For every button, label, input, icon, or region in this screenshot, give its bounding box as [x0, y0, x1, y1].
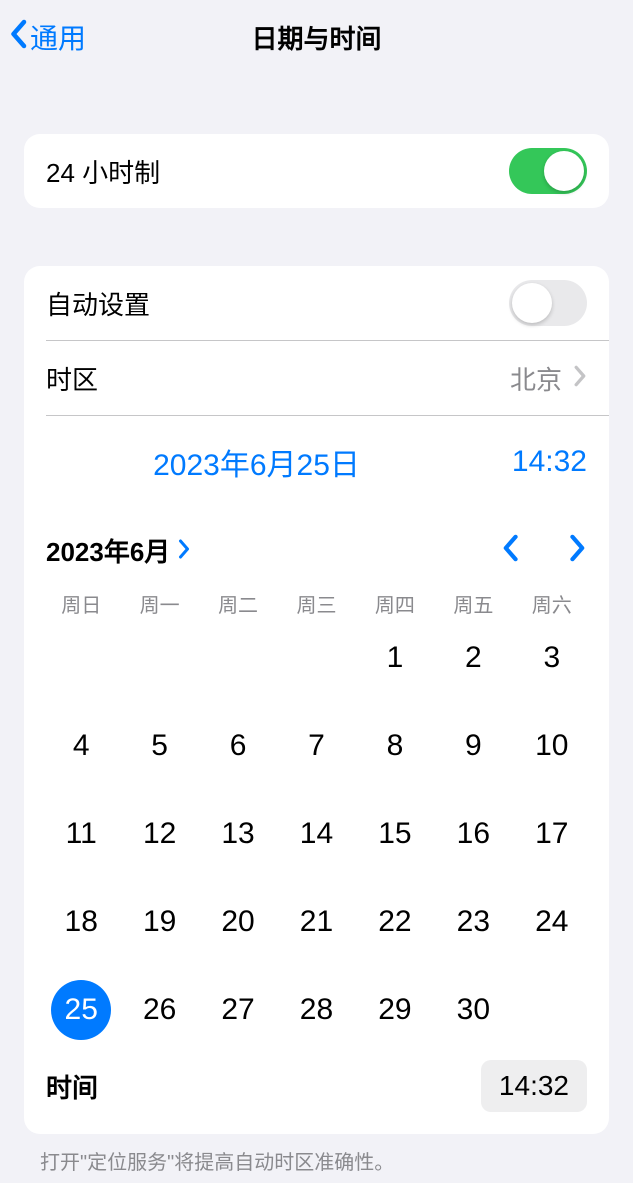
toggle-knob — [544, 151, 584, 191]
timezone-label: 时区 — [46, 360, 510, 397]
day-cell[interactable]: 17 — [513, 804, 591, 864]
day-cell[interactable]: 25 — [42, 980, 120, 1040]
day-cell[interactable]: 13 — [199, 804, 277, 864]
day-cell[interactable]: 1 — [356, 628, 434, 688]
weekday-label: 周三 — [277, 589, 355, 618]
day-cell[interactable]: 10 — [513, 716, 591, 776]
weekday-label: 周五 — [434, 589, 512, 618]
day-cell[interactable]: 28 — [277, 980, 355, 1040]
day-cell[interactable]: 23 — [434, 892, 512, 952]
day-cell[interactable]: 12 — [120, 804, 198, 864]
day-cell[interactable]: 22 — [356, 892, 434, 952]
day-cell[interactable]: 26 — [120, 980, 198, 1040]
weekday-label: 周日 — [42, 589, 120, 618]
day-cell[interactable]: 24 — [513, 892, 591, 952]
auto-set-label: 自动设置 — [46, 285, 509, 322]
day-cell[interactable]: 4 — [42, 716, 120, 776]
month-picker-button[interactable]: 2023年6月 — [46, 532, 191, 569]
day-cell[interactable]: 7 — [277, 716, 355, 776]
auto-set-row: 自动设置 — [24, 266, 609, 340]
twenty-four-hour-label: 24 小时制 — [46, 153, 509, 190]
auto-set-toggle[interactable] — [509, 280, 587, 326]
day-cell[interactable]: 27 — [199, 980, 277, 1040]
day-cell[interactable]: 3 — [513, 628, 591, 688]
day-cell[interactable]: 20 — [199, 892, 277, 952]
chevron-right-icon — [574, 363, 587, 394]
month-label: 2023年6月 — [46, 532, 170, 569]
day-cell[interactable]: 15 — [356, 804, 434, 864]
back-label: 通用 — [30, 17, 86, 57]
day-blank — [42, 628, 120, 688]
weekday-label: 周二 — [199, 589, 277, 618]
day-cell[interactable]: 29 — [356, 980, 434, 1040]
toggle-knob — [512, 283, 552, 323]
time-row-label: 时间 — [46, 1068, 481, 1105]
next-month-button[interactable] — [569, 534, 587, 567]
footer-note: 打开"定位服务"将提高自动时区准确性。 — [0, 1134, 633, 1175]
prev-month-button[interactable] — [501, 534, 519, 567]
day-cell[interactable]: 8 — [356, 716, 434, 776]
twenty-four-hour-toggle[interactable] — [509, 148, 587, 194]
day-cell[interactable]: 6 — [199, 716, 277, 776]
day-blank — [199, 628, 277, 688]
weekday-label: 周一 — [120, 589, 198, 618]
day-cell[interactable]: 5 — [120, 716, 198, 776]
selected-date-button[interactable]: 2023年6月25日 — [46, 440, 467, 484]
day-cell[interactable]: 9 — [434, 716, 512, 776]
time-picker-button[interactable]: 14:32 — [481, 1060, 587, 1112]
weekday-label: 周四 — [356, 589, 434, 618]
day-cell[interactable]: 2 — [434, 628, 512, 688]
day-cell[interactable]: 19 — [120, 892, 198, 952]
twenty-four-hour-row: 24 小时制 — [24, 134, 609, 208]
chevron-right-icon — [178, 535, 191, 566]
day-blank — [277, 628, 355, 688]
day-cell[interactable]: 21 — [277, 892, 355, 952]
day-blank — [120, 628, 198, 688]
weekday-label: 周六 — [513, 589, 591, 618]
timezone-row[interactable]: 时区 北京 — [24, 341, 609, 415]
day-cell[interactable]: 11 — [42, 804, 120, 864]
timezone-value: 北京 — [510, 360, 562, 397]
day-cell[interactable]: 30 — [434, 980, 512, 1040]
selected-time-button[interactable]: 14:32 — [467, 445, 587, 479]
back-button[interactable]: 通用 — [0, 17, 86, 57]
day-cell[interactable]: 14 — [277, 804, 355, 864]
page-title: 日期与时间 — [0, 19, 633, 56]
day-cell[interactable]: 18 — [42, 892, 120, 952]
day-cell[interactable]: 16 — [434, 804, 512, 864]
chevron-left-icon — [8, 19, 28, 56]
